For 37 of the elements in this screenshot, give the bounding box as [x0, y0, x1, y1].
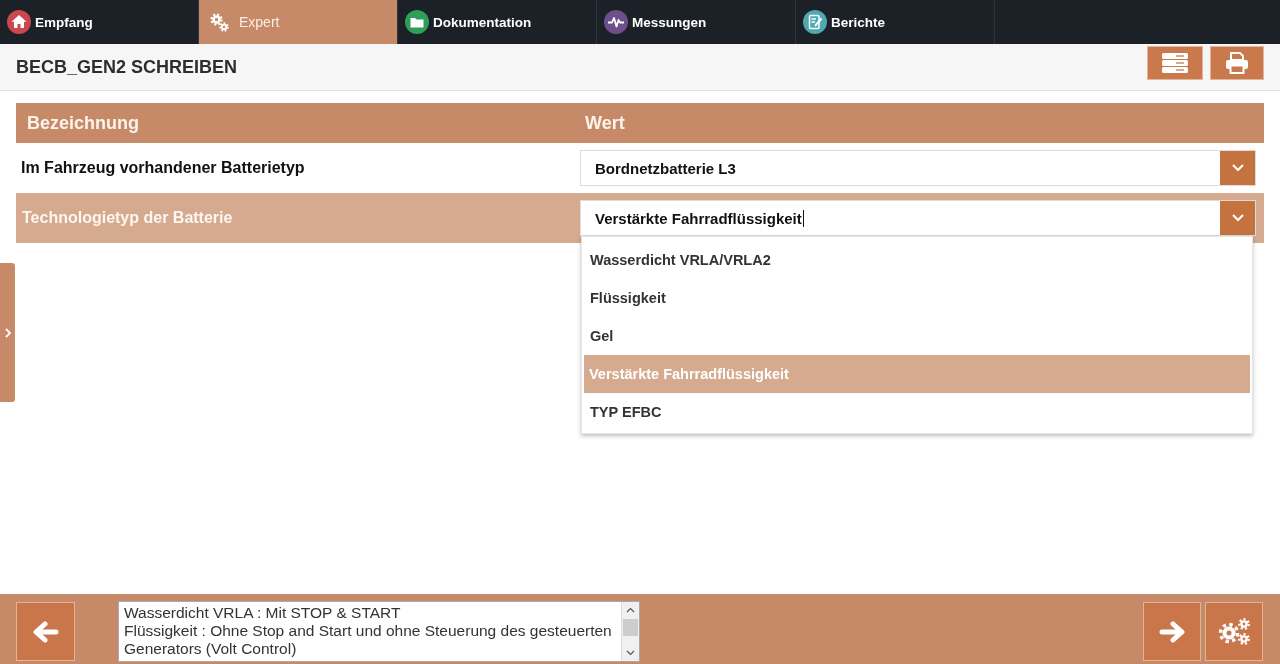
column-header: Bezeichnung: [27, 112, 139, 133]
dropdown-option[interactable]: Gel: [584, 317, 1250, 355]
arrow-left-icon: [32, 620, 59, 643]
select-field[interactable]: Verstärkte Fahrradflüssigkeit: [580, 200, 1256, 236]
scrollbar[interactable]: [621, 602, 639, 661]
arrow-right-icon: [1159, 620, 1185, 643]
gears-icon: [1217, 617, 1251, 646]
printer-icon: [1225, 52, 1249, 74]
description-text: Wasserdicht VRLA : Mit STOP & START: [124, 604, 402, 622]
select-field[interactable]: Bordnetzbatterie L3: [580, 150, 1256, 186]
dropdown-option[interactable]: Wasserdicht VRLA/VRLA2: [584, 241, 1250, 279]
caret-up-icon: [626, 607, 635, 613]
chevron-down-icon: [1231, 214, 1244, 222]
gears-icon: [210, 12, 229, 32]
print-button[interactable]: [1210, 46, 1264, 80]
row-label: Technologietyp der Batterie: [22, 209, 233, 227]
scroll-thumb[interactable]: [623, 619, 638, 636]
dropdown-button[interactable]: [1220, 201, 1255, 235]
row-label: Im Fahrzeug vorhandener Batterietyp: [21, 159, 305, 177]
description-box[interactable]: Wasserdicht VRLA : Mit STOP & START Flüssigkeit : Ohne Stop and Start und ohne Steuerung des gesteuerten Generators (Volt Control): [118, 601, 640, 662]
settings-button[interactable]: [1205, 602, 1263, 661]
table-row[interactable]: Technologietyp der Batterie Verstärkte Fahrradflüssigkeit: [16, 193, 1264, 243]
back-button[interactable]: [16, 602, 75, 661]
column-header: Wert: [585, 112, 625, 133]
caret-down-icon: [626, 650, 635, 656]
dropdown-button[interactable]: [1220, 151, 1255, 185]
list-view-button[interactable]: [1147, 46, 1203, 80]
text-cursor: [802, 209, 804, 227]
dropdown-option[interactable]: Flüssigkeit: [584, 279, 1250, 317]
page-title: BECB_GEN2 SCHREIBEN: [16, 56, 238, 78]
next-button[interactable]: [1143, 602, 1201, 661]
description-text: Flüssigkeit : Ohne Stop and Start und ohne Steuerung des gesteuerten Generators (Volt Control): [124, 622, 613, 658]
chevron-down-icon: [1231, 164, 1244, 172]
chevron-right-icon: [4, 327, 11, 338]
side-panel-toggle[interactable]: [0, 263, 15, 402]
list-icon: [1162, 53, 1188, 73]
dropdown-option[interactable]: TYP EFBC: [584, 393, 1250, 431]
